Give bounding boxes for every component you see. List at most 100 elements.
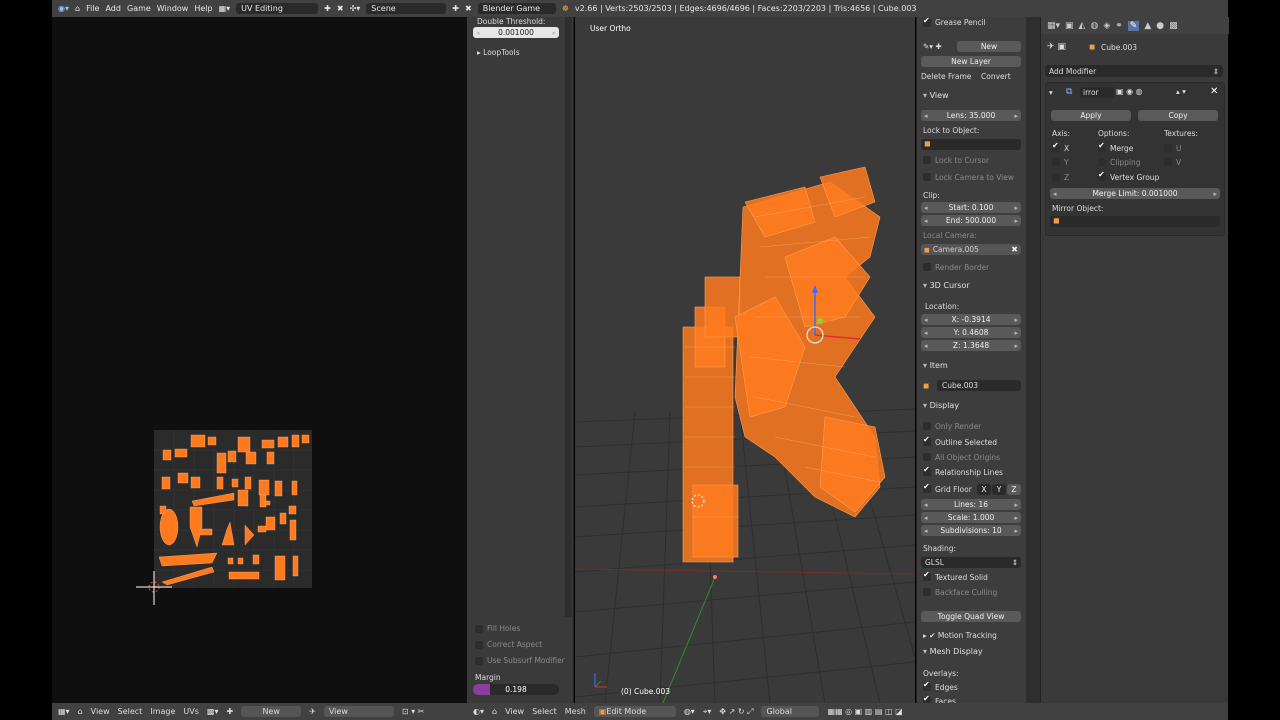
scene-tab-icon[interactable]: ◭ xyxy=(1079,21,1086,31)
lock-camera-checkbox[interactable] xyxy=(923,173,931,181)
layer-icons[interactable]: ▦▦ ◎ ▣ ▥ ▤ ◫ ◪ xyxy=(827,707,902,716)
engine-selector[interactable]: Blender Game xyxy=(477,3,556,14)
grid-floor-checkbox[interactable] xyxy=(923,482,931,493)
data-tab-icon[interactable]: ▲ xyxy=(1144,21,1151,31)
edges-checkbox[interactable] xyxy=(923,680,931,691)
grid-scale-field[interactable]: Scale: 1.000 xyxy=(921,512,1021,523)
layout-icon[interactable]: ▦▾ xyxy=(219,4,231,13)
looptools-panel[interactable]: ▸ LoopTools xyxy=(477,48,520,57)
view-panel-header[interactable]: View xyxy=(923,91,949,100)
menu-window[interactable]: Window xyxy=(157,4,189,13)
cursor-x-field[interactable]: X: -0.3914 xyxy=(921,314,1021,325)
clip-end-field[interactable]: End: 500.000 xyxy=(921,215,1021,226)
grease-pencil-checkbox[interactable] xyxy=(923,16,931,27)
editor-type-icon[interactable]: ▦▾ xyxy=(58,707,70,716)
menu-file[interactable]: File xyxy=(86,4,99,13)
grid-lines-field[interactable]: Lines: 16 xyxy=(921,499,1021,510)
display-panel-header[interactable]: Display xyxy=(923,401,960,410)
relationship-lines-checkbox[interactable] xyxy=(923,465,931,476)
textured-solid-checkbox[interactable] xyxy=(923,570,931,581)
outline-selected-checkbox[interactable] xyxy=(923,435,931,446)
margin-slider[interactable]: 0.198 xyxy=(473,684,559,695)
fill-holes-checkbox[interactable] xyxy=(475,625,483,633)
remove-modifier-icon[interactable]: ✕ xyxy=(1210,86,1218,97)
uv-menu-select[interactable]: Select xyxy=(118,707,143,716)
uv-menu-uvs[interactable]: UVs xyxy=(183,707,199,716)
grid-y-toggle[interactable]: Y xyxy=(992,484,1006,495)
new-image-icon[interactable]: ✚ xyxy=(226,707,233,716)
uv-editor-area[interactable] xyxy=(52,17,467,703)
shading-dropdown[interactable]: GLSL ⇕ xyxy=(921,557,1021,568)
add-modifier-dropdown[interactable]: Add Modifier ⇕ xyxy=(1045,65,1223,77)
3d-menu-mesh[interactable]: Mesh xyxy=(565,707,586,716)
grid-z-toggle[interactable]: Z xyxy=(1007,484,1021,495)
convert-button[interactable]: Convert xyxy=(981,72,1011,81)
properties-scrollbar[interactable] xyxy=(1026,17,1040,703)
modifier-visibility-icons[interactable]: ▣ ◉ ◍ xyxy=(1116,87,1143,96)
local-camera-field[interactable]: ◼ Camera.005 ✖ xyxy=(921,244,1021,255)
mesh-display-header[interactable]: Mesh Display xyxy=(923,647,983,656)
image-browse-icon[interactable]: ▩▾ xyxy=(207,707,219,716)
mode-dropdown[interactable]: ▣ Edit Mode xyxy=(593,706,676,717)
uv-tool-icons[interactable]: ⊡ ▾ ✂ xyxy=(402,707,425,716)
material-tab-icon[interactable]: ● xyxy=(1156,21,1164,31)
editor-type-icon[interactable]: ▦▾ xyxy=(1047,21,1060,31)
copy-button[interactable]: Copy xyxy=(1138,110,1218,121)
add-layout-icon[interactable]: ✚ xyxy=(324,4,331,13)
use-subsurf-checkbox[interactable] xyxy=(475,657,483,665)
editor-type-icon[interactable]: ◐▾ xyxy=(473,707,484,716)
texture-u-checkbox[interactable] xyxy=(1164,144,1172,152)
viewport-shading-icon[interactable]: ◍▾ xyxy=(684,707,695,716)
menu-help[interactable]: Help xyxy=(194,4,212,13)
new-layer-button[interactable]: New Layer xyxy=(921,56,1021,67)
collapse-menu-icon[interactable]: ⌂ xyxy=(492,707,497,716)
merge-limit-field[interactable]: Merge Limit: 0.001000 xyxy=(1050,188,1220,199)
view-mode-dropdown[interactable]: View xyxy=(323,706,394,717)
remove-layout-icon[interactable]: ✖ xyxy=(337,4,344,13)
mirror-object-field[interactable]: ◼ xyxy=(1050,216,1220,227)
correct-aspect-checkbox[interactable] xyxy=(475,641,483,649)
motion-tracking-header[interactable]: ▸ ✔ Motion Tracking xyxy=(923,631,997,640)
vertex-group-checkbox[interactable] xyxy=(1098,170,1106,181)
3d-menu-view[interactable]: View xyxy=(505,707,524,716)
render-tab-icon[interactable]: ▣ xyxy=(1065,21,1074,31)
clipping-checkbox[interactable] xyxy=(1098,158,1106,166)
double-threshold-field[interactable]: 0.001000 xyxy=(473,27,559,38)
new-grease-button[interactable]: New xyxy=(957,41,1021,52)
uv-menu-image[interactable]: Image xyxy=(150,707,175,716)
orientation-dropdown[interactable]: Global xyxy=(761,706,820,717)
toggle-quad-view-button[interactable]: Toggle Quad View xyxy=(921,611,1021,622)
uv-canvas[interactable] xyxy=(52,17,467,703)
collapse-menu-icon[interactable]: ⌂ xyxy=(75,4,80,13)
scrollbar[interactable] xyxy=(565,17,572,617)
modifiers-tab-icon[interactable]: ✎ xyxy=(1127,20,1140,31)
only-render-checkbox[interactable] xyxy=(923,422,931,430)
merge-checkbox[interactable] xyxy=(1098,141,1106,152)
clear-camera-icon[interactable]: ✖ xyxy=(1011,245,1018,254)
new-image-button[interactable]: New xyxy=(241,706,302,717)
lens-field[interactable]: Lens: 35.000 xyxy=(921,110,1021,121)
grid-x-toggle[interactable]: X xyxy=(977,484,991,495)
apply-button[interactable]: Apply xyxy=(1051,110,1131,121)
axis-y-checkbox[interactable] xyxy=(1052,158,1060,166)
pivot-icon[interactable]: ⌖▾ xyxy=(703,707,712,717)
cursor-z-field[interactable]: Z: 1.3648 xyxy=(921,340,1021,351)
scene-selector[interactable]: Scene xyxy=(366,3,447,14)
collapse-menu-icon[interactable]: ⌂ xyxy=(78,707,83,716)
cursor-y-field[interactable]: Y: 0.4608 xyxy=(921,327,1021,338)
3d-viewport[interactable]: User Ortho (0) Cube.003 xyxy=(575,17,915,703)
menu-add[interactable]: Add xyxy=(105,4,121,13)
constraints-tab-icon[interactable]: ⚭ xyxy=(1115,21,1123,31)
axis-z-checkbox[interactable] xyxy=(1052,173,1060,181)
backface-culling-checkbox[interactable] xyxy=(923,588,931,596)
clip-start-field[interactable]: Start: 0.100 xyxy=(921,202,1021,213)
scene-icon[interactable]: ✣▾ xyxy=(350,4,361,13)
texture-tab-icon[interactable]: ▩ xyxy=(1169,21,1178,31)
manipulator-icons[interactable]: ✥ ↗ ↻ ⤢ xyxy=(719,707,753,717)
world-tab-icon[interactable]: ◍ xyxy=(1090,21,1098,31)
render-border-checkbox[interactable] xyxy=(923,263,931,271)
lock-to-cursor-checkbox[interactable] xyxy=(923,156,931,164)
remove-scene-icon[interactable]: ✖ xyxy=(465,4,472,13)
pin-icon[interactable]: ✈ ▣ xyxy=(1047,42,1066,52)
all-origins-checkbox[interactable] xyxy=(923,453,931,461)
